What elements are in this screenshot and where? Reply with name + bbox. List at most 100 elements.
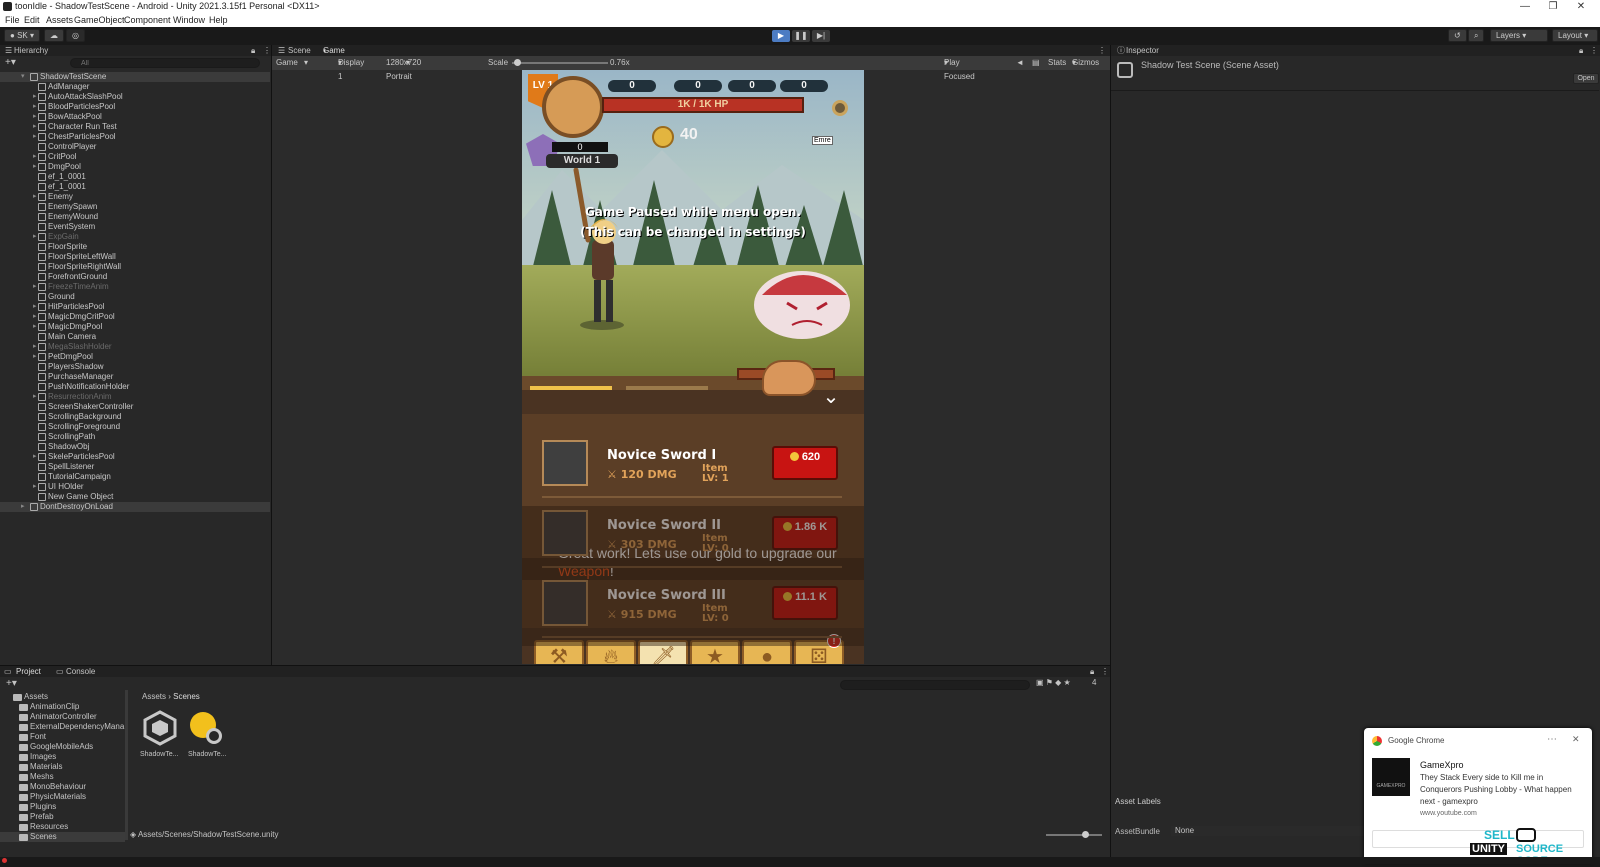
expand-arrow-icon[interactable]: ▸	[21, 502, 25, 512]
add-icon[interactable]: +▾	[5, 57, 16, 68]
game-canvas[interactable]: LV 1 0 0 0 0 1K / 1K HP 40 0 World 1 Emr…	[522, 70, 864, 664]
scene-asset-tile[interactable]	[142, 710, 178, 746]
filter-icons[interactable]: ▣ ⚑ ◆ ★	[1036, 678, 1071, 687]
project-lock-icon[interactable]: 🔒︎	[1090, 666, 1094, 677]
hierarchy-item[interactable]: Main Camera	[0, 332, 270, 342]
hierarchy-item[interactable]: ▸ ExpGain	[0, 232, 270, 242]
open-button[interactable]: Open	[1573, 73, 1599, 84]
expand-arrow-icon[interactable]: ▸	[33, 232, 37, 242]
gizmos-dropdown[interactable]: Gizmos ▾	[1072, 56, 1099, 70]
minimize-icon[interactable]: —	[1514, 0, 1536, 13]
lock-icon[interactable]: 🔒︎	[251, 45, 255, 56]
tab-inspector[interactable]: Inspector	[1126, 45, 1159, 56]
inspector-lock-icon[interactable]: 🔒︎	[1579, 45, 1583, 56]
icon-size-slider[interactable]	[1046, 834, 1102, 836]
breadcrumb-leaf[interactable]: Scenes	[173, 692, 200, 701]
layers-dropdown[interactable]: Layers ▾	[1490, 29, 1548, 42]
tab-scene[interactable]: Scene	[288, 45, 311, 56]
expand-arrow-icon[interactable]: ▸	[33, 282, 37, 292]
hierarchy-item[interactable]: SpellListener	[0, 462, 270, 472]
hierarchy-item[interactable]: PushNotificationHolder	[0, 382, 270, 392]
project-folder[interactable]: Plugins	[0, 802, 125, 812]
expand-arrow-icon[interactable]: ▸	[33, 162, 37, 172]
play-button[interactable]: ▶	[772, 30, 790, 42]
expand-arrow-icon[interactable]: ▸	[33, 452, 37, 462]
shop-item[interactable]: Novice Sword III ⚔ 915 DMG Item LV: 0 11.1 K	[522, 576, 864, 646]
hierarchy-item[interactable]: ▸ Character Run Test	[0, 122, 270, 132]
project-folder[interactable]: AnimatorController	[0, 712, 125, 722]
hierarchy-item[interactable]: ▸ Enemy	[0, 192, 270, 202]
search-icon[interactable]: ⌕	[1468, 29, 1485, 42]
expand-arrow-icon[interactable]: ▸	[33, 482, 37, 492]
project-add-icon[interactable]: +▾	[6, 678, 17, 689]
display-dropdown[interactable]: Display 1 ▾	[338, 56, 364, 81]
settings-gear-icon[interactable]	[832, 100, 848, 116]
expand-arrow-icon[interactable]: ▸	[33, 392, 37, 402]
menu-file[interactable]: File	[5, 15, 20, 25]
hierarchy-root-scene[interactable]: ▾ ShadowTestScene	[0, 72, 270, 82]
expand-arrow-icon[interactable]: ▸	[33, 152, 37, 162]
project-folder[interactable]: AnimationClip	[0, 702, 125, 712]
expand-arrow-icon[interactable]: ▸	[33, 132, 37, 142]
menu-window[interactable]: Window	[173, 15, 205, 25]
hierarchy-item[interactable]: ▸ UI HOlder	[0, 482, 270, 492]
hierarchy-item[interactable]: FloorSpriteRightWall	[0, 262, 270, 272]
hierarchy-item[interactable]: ef_1_0001	[0, 172, 270, 182]
hierarchy-item[interactable]: ▸ MagicDmgPool	[0, 322, 270, 332]
mute-icon[interactable]: ◄	[1016, 56, 1024, 70]
hierarchy-item[interactable]: ScrollingPath	[0, 432, 270, 442]
icon-size-thumb[interactable]	[1082, 831, 1089, 838]
hierarchy-item[interactable]: FloorSpriteLeftWall	[0, 252, 270, 262]
expand-arrow-icon[interactable]: ▸	[33, 122, 37, 132]
collapse-chevron-icon[interactable]: ⌄	[816, 387, 846, 407]
hierarchy-item[interactable]: TutorialCampaign	[0, 472, 270, 482]
section-tab[interactable]	[626, 386, 708, 390]
hierarchy-root-dontdestroy[interactable]: ▸ DontDestroyOnLoad	[0, 502, 270, 512]
hierarchy-item[interactable]: ScrollingForeground	[0, 422, 270, 432]
pause-button[interactable]: ❚❚	[792, 30, 810, 42]
collab-icon[interactable]: ◎	[66, 29, 85, 42]
breadcrumb-root[interactable]: Assets	[142, 692, 166, 701]
expand-arrow-icon[interactable]: ▸	[33, 302, 37, 312]
expand-arrow-icon[interactable]: ▸	[33, 352, 37, 362]
project-folder[interactable]: ExternalDependencyMana	[0, 722, 125, 732]
shop-item[interactable]: Novice Sword II ⚔ 303 DMG Item LV: 0 1.86 K	[522, 506, 864, 576]
project-folder[interactable]: Meshs	[0, 772, 125, 782]
assets-root[interactable]: Assets	[0, 692, 125, 702]
hierarchy-item[interactable]: ▸ FreezeTimeAnim	[0, 282, 270, 292]
hierarchy-item[interactable]: EnemyWound	[0, 212, 270, 222]
hierarchy-item[interactable]: ▸ HitParticlesPool	[0, 302, 270, 312]
hierarchy-item[interactable]: ScreenShakerController	[0, 402, 270, 412]
menu-assets[interactable]: Assets	[46, 15, 73, 25]
close-icon[interactable]: ✕	[1570, 0, 1592, 13]
cloud-icon[interactable]: ☁	[44, 29, 64, 42]
inspector-kebab-icon[interactable]: ⋮	[1590, 45, 1598, 56]
menu-gameobject[interactable]: GameObject	[74, 15, 125, 25]
maximize-icon[interactable]: ❐	[1542, 0, 1564, 13]
expand-arrow-icon[interactable]: ▸	[33, 322, 37, 332]
hierarchy-item[interactable]: ▸ ChestParticlesPool	[0, 132, 270, 142]
hierarchy-item[interactable]: ▸ CritPool	[0, 152, 270, 162]
expand-arrow-icon[interactable]: ▸	[33, 102, 37, 112]
play-focused-dropdown[interactable]: Play Focused ▾	[944, 56, 975, 81]
project-folder[interactable]: PhysicMaterials	[0, 792, 125, 802]
expand-arrow-icon[interactable]: ▸	[33, 342, 37, 352]
project-folder[interactable]: Prefab	[0, 812, 125, 822]
tab-hierarchy[interactable]: Hierarchy	[14, 45, 48, 56]
hierarchy-search-input[interactable]	[70, 58, 260, 68]
kebab-menu-icon[interactable]: ⋮	[263, 45, 271, 56]
buy-button[interactable]: 620	[772, 446, 838, 480]
section-tab-active[interactable]	[530, 386, 612, 390]
expand-arrow-icon[interactable]: ▸	[33, 92, 37, 102]
menu-edit[interactable]: Edit	[24, 15, 40, 25]
project-folder[interactable]: Images	[0, 752, 125, 762]
hierarchy-item[interactable]: ▸ MegaSlashHolder	[0, 342, 270, 352]
hierarchy-item[interactable]: PlayersShadow	[0, 362, 270, 372]
account-button[interactable]: ● SK ▾	[4, 29, 40, 42]
expand-arrow-icon[interactable]: ▸	[33, 312, 37, 322]
notification-more-icon[interactable]: ⋯	[1547, 734, 1557, 745]
hierarchy-item[interactable]: New Game Object	[0, 492, 270, 502]
project-splitter[interactable]	[125, 690, 128, 840]
hierarchy-item[interactable]: ▸ BowAttackPool	[0, 112, 270, 122]
tab-console[interactable]: Console	[66, 666, 95, 677]
